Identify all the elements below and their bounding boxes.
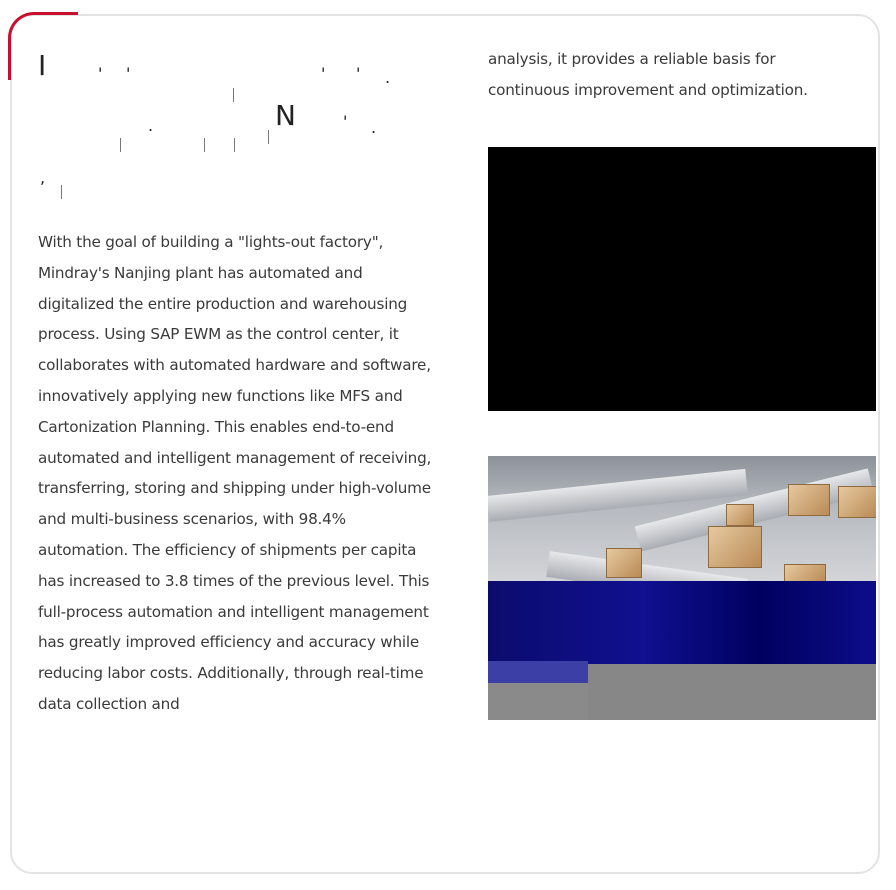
title-glyph-1: I [38, 49, 47, 82]
body-text-left: With the goal of building a "lights-out … [38, 227, 433, 720]
warehouse-conveyor-image [488, 456, 876, 720]
video-player[interactable] [488, 147, 876, 411]
paragraph-left: With the goal of building a "lights-out … [38, 233, 432, 713]
body-text-right: analysis, it provides a reliable basis f… [488, 44, 848, 106]
page-title: I N ' ' ' ' . . ' . , [38, 40, 418, 210]
title-glyph-2: N [275, 99, 296, 132]
paragraph-right: analysis, it provides a reliable basis f… [488, 50, 808, 99]
